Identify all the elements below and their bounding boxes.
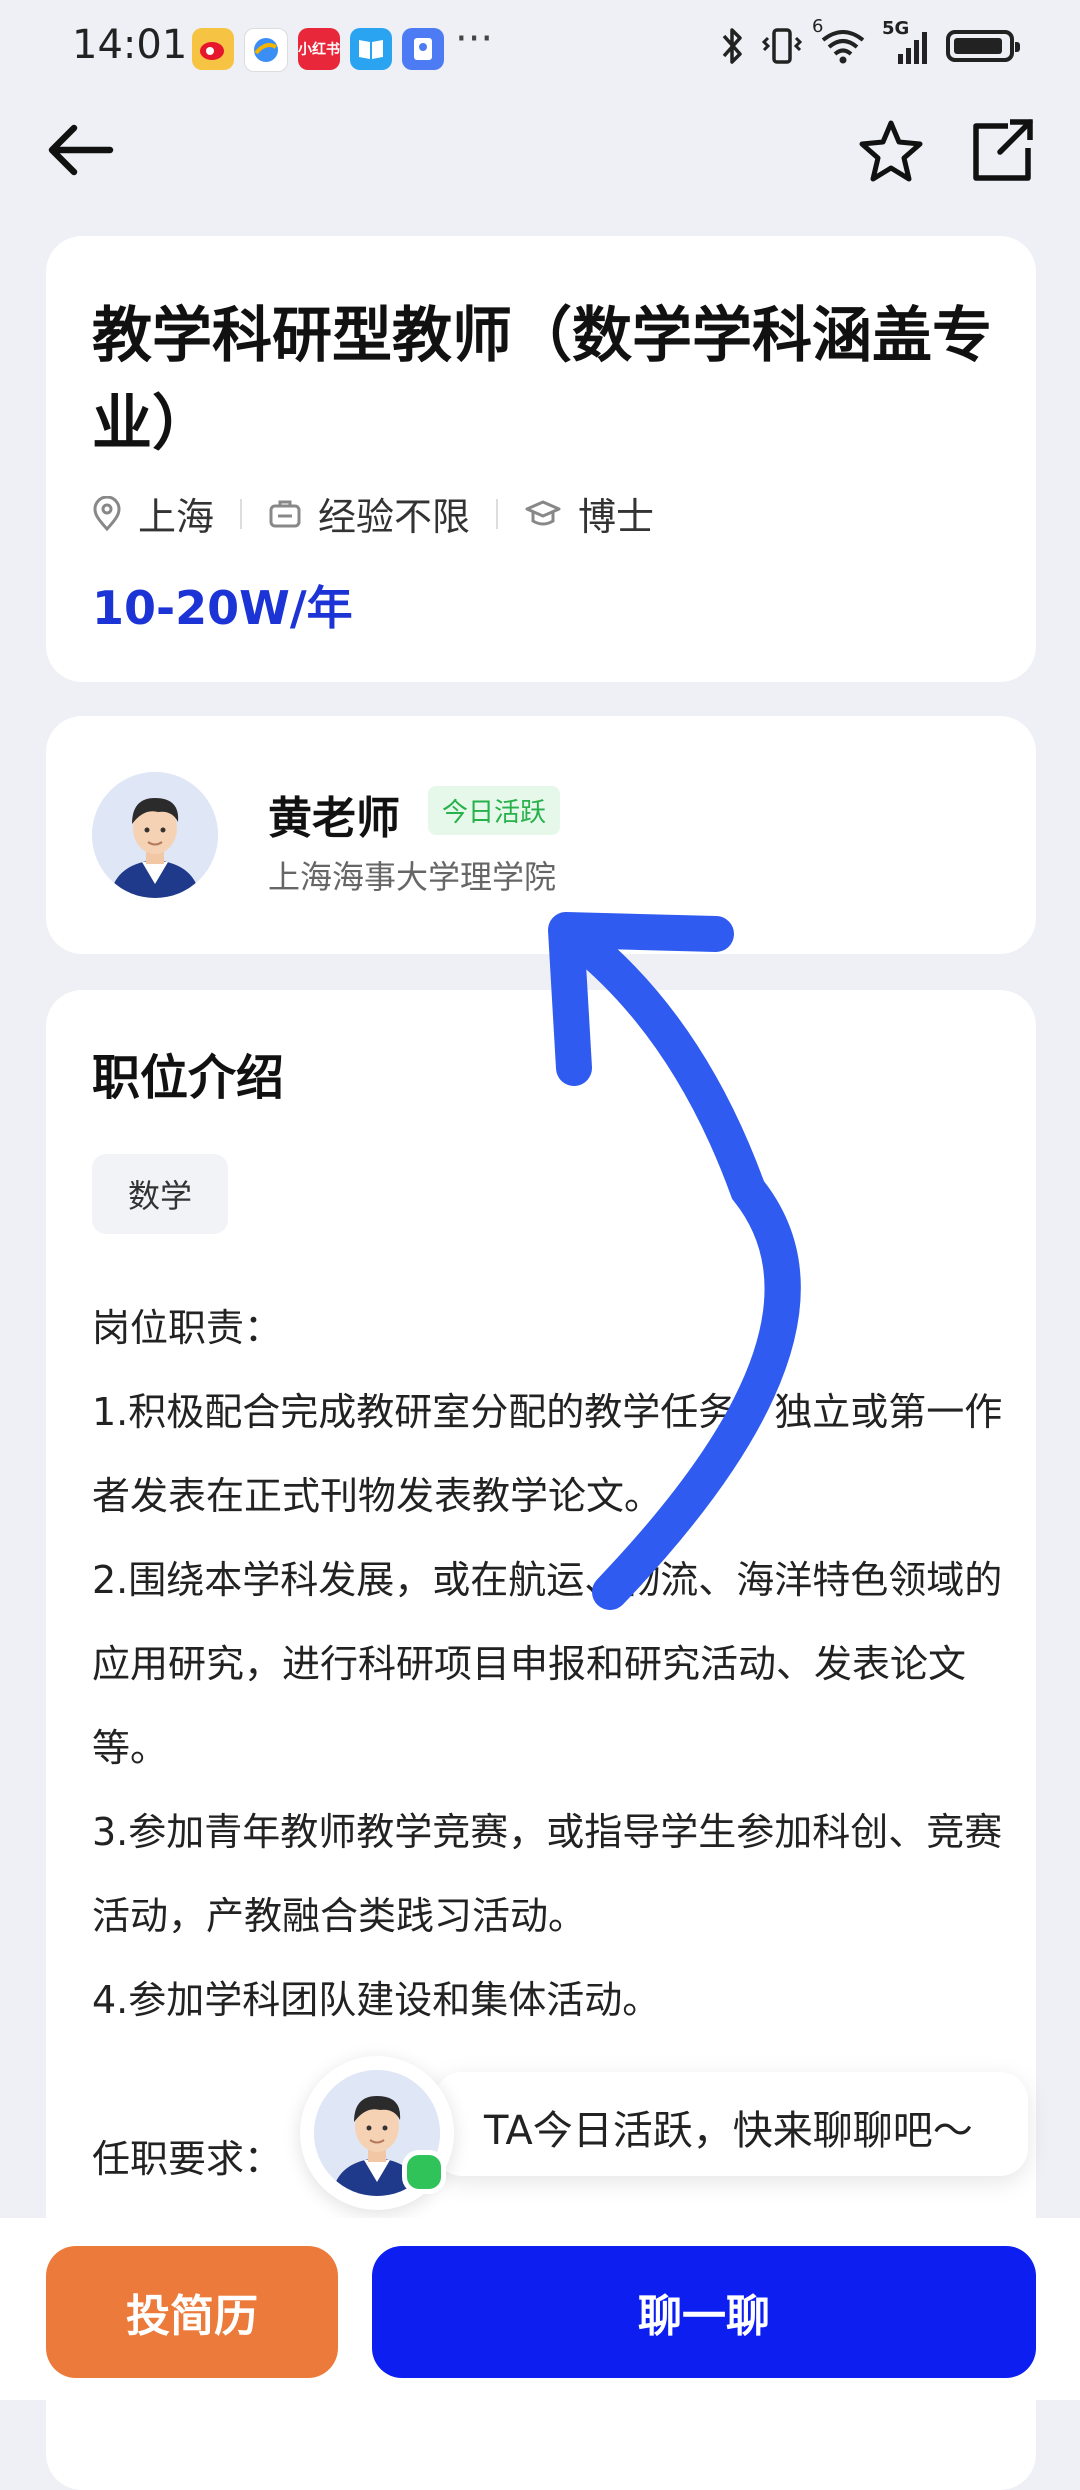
wifi-icon: 6 (812, 16, 868, 66)
recruiter-organization: 上海海事大学理学院 (268, 858, 557, 896)
duty-title: 岗位职责： (92, 1306, 283, 1350)
divider (240, 498, 243, 529)
description-body: 岗位职责： 1.积极配合完成教研室分配的教学任务；独立或第一作者发表在正式刊物发… (92, 1286, 1032, 2042)
job-meta: 上海 经验不限 博士 (92, 486, 654, 541)
submit-resume-button[interactable]: 投简历 (46, 2246, 338, 2378)
battery-icon (946, 30, 1020, 62)
salary: 10-20W/年 (92, 581, 353, 635)
system-status: 6 5G (720, 16, 1020, 66)
location-text: 上海 (138, 495, 215, 539)
duty-item: 2.围绕本学科发展，或在航运、物流、海洋特色领域的应用研究，进行科研项目申报和研… (92, 1558, 1003, 1770)
duty-item: 3.参加青年教师教学竞赛，或指导学生参加科创、竞赛活动，产教融合类践习活动。 (92, 1810, 1003, 1938)
requirements-title: 任职要求： (92, 2137, 283, 2181)
education-item: 博士 (524, 486, 654, 541)
back-arrow-icon[interactable] (44, 120, 116, 180)
duty-item: 4.参加学科团队建设和集体活动。 (92, 1978, 661, 2022)
chat-button[interactable]: 聊一聊 (372, 2246, 1036, 2378)
xiaohongshu-icon: 小红书 (298, 28, 340, 70)
subject-tag: 数学 (92, 1154, 228, 1234)
recruiter-avatar[interactable] (92, 772, 218, 898)
book-icon (350, 28, 392, 70)
section-heading: 职位介绍 (92, 1050, 285, 1106)
share-icon[interactable] (966, 118, 1036, 184)
chat-prompt-bubble[interactable]: TA今日活跃，快来聊聊吧～ (434, 2072, 1028, 2176)
wifi-badge: 6 (812, 16, 824, 37)
online-status-dot (402, 2150, 446, 2194)
browser-icon (244, 28, 288, 72)
briefcase-icon (269, 500, 301, 527)
duty-item: 1.积极配合完成教研室分配的教学任务；独立或第一作者发表在正式刊物发表教学论文。 (92, 1390, 1003, 1518)
notification-icons: 小红书 (192, 28, 444, 72)
status-time: 14:01 (72, 22, 188, 68)
divider (496, 498, 499, 529)
active-today-badge: 今日活跃 (428, 786, 561, 835)
weibo-icon (192, 28, 234, 70)
graduation-cap-icon (525, 500, 561, 525)
tool-icon (402, 28, 444, 70)
favorite-star-icon[interactable] (856, 118, 926, 184)
experience-item: 经验不限 (268, 486, 470, 541)
bluetooth-icon (722, 28, 742, 64)
experience-text: 经验不限 (318, 495, 471, 539)
job-summary-card: 教学科研型教师（数学学科涵盖专业） 上海 经验不限 博士 10-20W/年 (46, 236, 1036, 682)
education-text: 博士 (578, 495, 655, 539)
location-item: 上海 (92, 486, 214, 541)
chat-prompt-text: TA今日活跃，快来聊聊吧～ (484, 2108, 973, 2154)
vibrate-icon (761, 28, 803, 64)
recruiter-card[interactable]: 黄老师 今日活跃 上海海事大学理学院 (46, 716, 1036, 954)
signal-icon: 5G (882, 18, 932, 66)
job-title: 教学科研型教师（数学学科涵盖专业） (92, 301, 992, 459)
location-pin-icon (93, 495, 121, 531)
recruiter-name: 黄老师 (268, 793, 400, 844)
more-notifications-icon: ··· (455, 16, 494, 62)
